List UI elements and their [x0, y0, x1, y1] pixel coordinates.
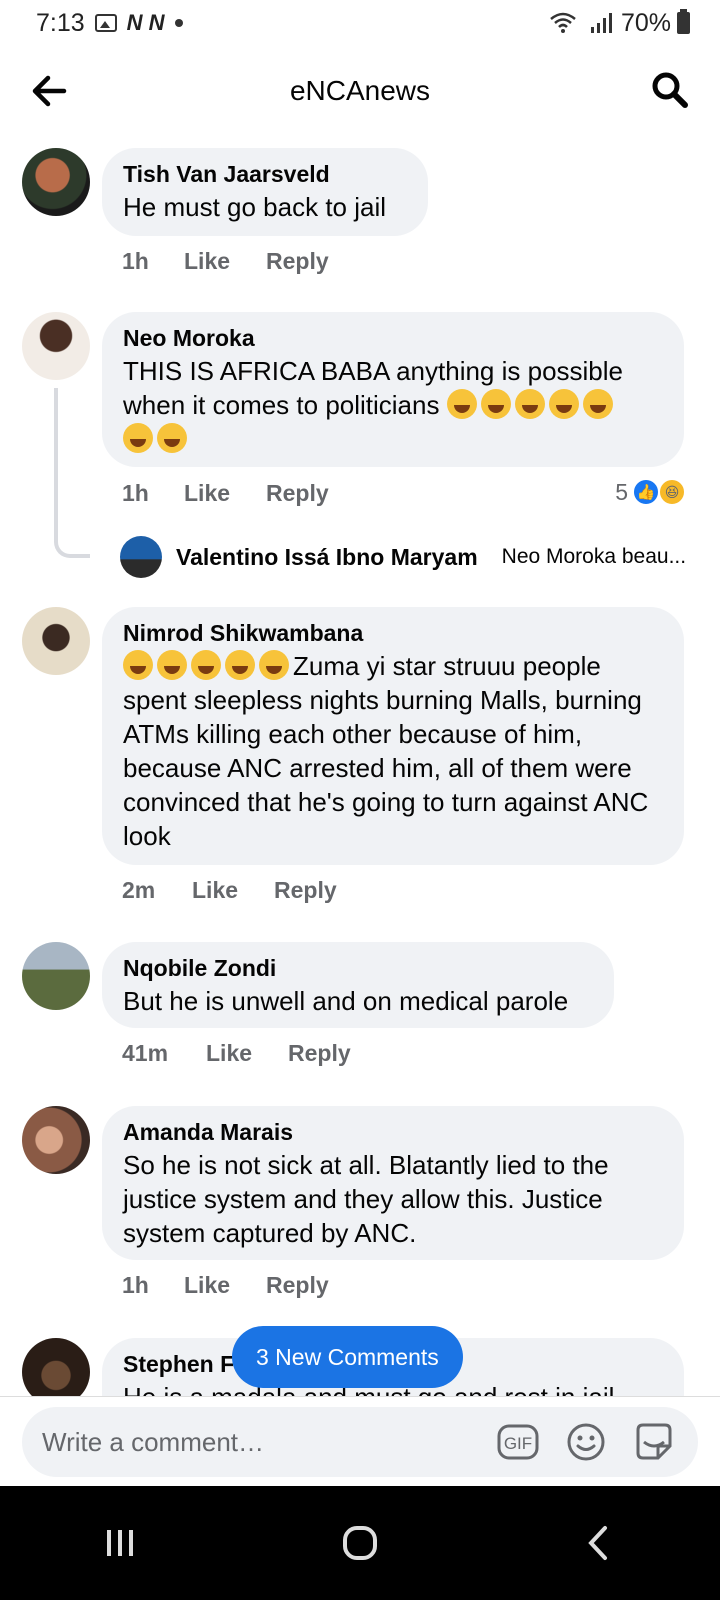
haha-reaction-icon: 😆 [658, 478, 686, 506]
gif-label: GIF [504, 1434, 532, 1453]
like-reaction-icon: 👍 [632, 478, 660, 506]
gif-icon[interactable]: GIF [496, 1420, 540, 1464]
battery-percent: 70% [620, 8, 671, 37]
rofl-emoji-icon [225, 650, 255, 680]
avatar[interactable] [120, 536, 162, 578]
wifi-icon [550, 12, 576, 33]
status-time: 7:13 [36, 8, 85, 37]
reply-button[interactable]: Reply [266, 1272, 329, 1299]
reply-text: Neo Moroka beau... [501, 545, 687, 568]
comment-time: 2m [122, 877, 156, 903]
reply-preview[interactable]: Valentino Issá Ibno Maryam Neo Moroka be… [120, 536, 686, 578]
comment-bubble[interactable]: Amanda Marais So he is not sick at all. … [102, 1106, 684, 1260]
back-nav-icon[interactable] [575, 1518, 625, 1568]
like-button[interactable]: Like [206, 1040, 252, 1067]
back-arrow-icon[interactable] [28, 70, 70, 112]
avatar[interactable] [22, 942, 90, 1010]
comment-text: THIS IS AFRICA BABA anything is possible… [123, 354, 662, 456]
reply-button[interactable]: Reply [266, 480, 329, 507]
laughing-emoji-icon [548, 389, 579, 419]
comment-text-content: THIS IS AFRICA BABA anything is possible… [123, 356, 624, 420]
recents-icon[interactable] [95, 1518, 145, 1568]
gallery-notification-icon [94, 14, 117, 32]
comment-input[interactable]: Write a comment… GIF [22, 1407, 698, 1477]
comment-time: 41m [122, 1040, 169, 1066]
like-button[interactable]: Like [184, 248, 230, 275]
reply-author[interactable]: Valentino Issá Ibno Maryam [176, 544, 478, 571]
rofl-emoji-icon [157, 423, 187, 453]
rofl-emoji-icon [157, 650, 187, 680]
more-notifications-icon [174, 19, 183, 27]
rofl-emoji-icon [123, 423, 153, 453]
page-title: eNCAnews [289, 75, 431, 106]
comment-author[interactable]: Nimrod Shikwambana [123, 617, 662, 649]
rofl-emoji-icon [123, 650, 153, 680]
comment-text: He must go back to jail [123, 192, 387, 222]
comment-bubble[interactable]: Nqobile Zondi But he is unwell and on me… [102, 942, 614, 1028]
comment-author[interactable]: Neo Moroka [123, 322, 662, 354]
comment-bubble[interactable]: Tish Van Jaarsveld He must go back to ja… [102, 148, 428, 236]
comment-text: But he is unwell and on medical parole [123, 986, 569, 1016]
rofl-emoji-icon [191, 650, 221, 680]
reaction-summary[interactable]: 5 👍 😆 [615, 478, 686, 506]
comment-time: 1h [122, 480, 149, 506]
comment-text: Zuma yi star struuu people spent sleeple… [123, 649, 662, 853]
comment-bubble[interactable]: Nimrod Shikwambana Zuma yi star struuu p… [102, 607, 684, 865]
status-bar: 7:13 N N 70% [0, 0, 720, 46]
avatar[interactable] [22, 607, 90, 675]
system-nav-bar [0, 1486, 720, 1600]
comment-author[interactable]: Tish Van Jaarsveld [123, 158, 406, 190]
home-icon[interactable] [335, 1518, 385, 1568]
new-comments-button[interactable]: 3 New Comments [232, 1326, 463, 1388]
network-notification-icon: N N [126, 10, 165, 35]
laughing-emoji-icon [446, 389, 477, 419]
rofl-emoji-icon [582, 389, 613, 419]
comment-author[interactable]: Nqobile Zondi [123, 952, 592, 984]
comment-author[interactable]: Amanda Marais [123, 1116, 662, 1148]
rofl-emoji-icon [259, 650, 289, 680]
avatar[interactable] [22, 148, 90, 216]
like-button[interactable]: Like [184, 480, 230, 507]
comment-text: So he is not sick at all. Blatantly lied… [123, 1150, 609, 1248]
comment-text-content: Zuma yi star struuu people spent sleeple… [123, 651, 649, 851]
laughing-emoji-icon [514, 389, 545, 419]
rofl-emoji-icon [480, 389, 511, 419]
page-header: eNCAnews [0, 56, 720, 126]
reaction-count: 5 [615, 478, 628, 505]
like-button[interactable]: Like [184, 1272, 230, 1299]
emoji-icon[interactable] [564, 1420, 608, 1464]
avatar[interactable] [22, 1106, 90, 1174]
comment-time: 1h [122, 248, 149, 274]
comment-input-placeholder: Write a comment… [42, 1426, 265, 1457]
reply-button[interactable]: Reply [288, 1040, 351, 1067]
like-button[interactable]: Like [192, 877, 238, 904]
thread-line [54, 388, 90, 558]
comment-bubble[interactable]: Neo Moroka THIS IS AFRICA BABA anything … [102, 312, 684, 467]
reply-button[interactable]: Reply [266, 248, 329, 275]
reply-button[interactable]: Reply [274, 877, 337, 904]
signal-icon [590, 13, 612, 33]
search-icon[interactable] [650, 70, 690, 110]
sticker-icon[interactable] [632, 1420, 676, 1464]
avatar[interactable] [22, 312, 90, 380]
comment-composer-bar: Write a comment… GIF [0, 1396, 720, 1488]
comment-time: 1h [122, 1272, 149, 1298]
battery-icon [677, 9, 690, 34]
